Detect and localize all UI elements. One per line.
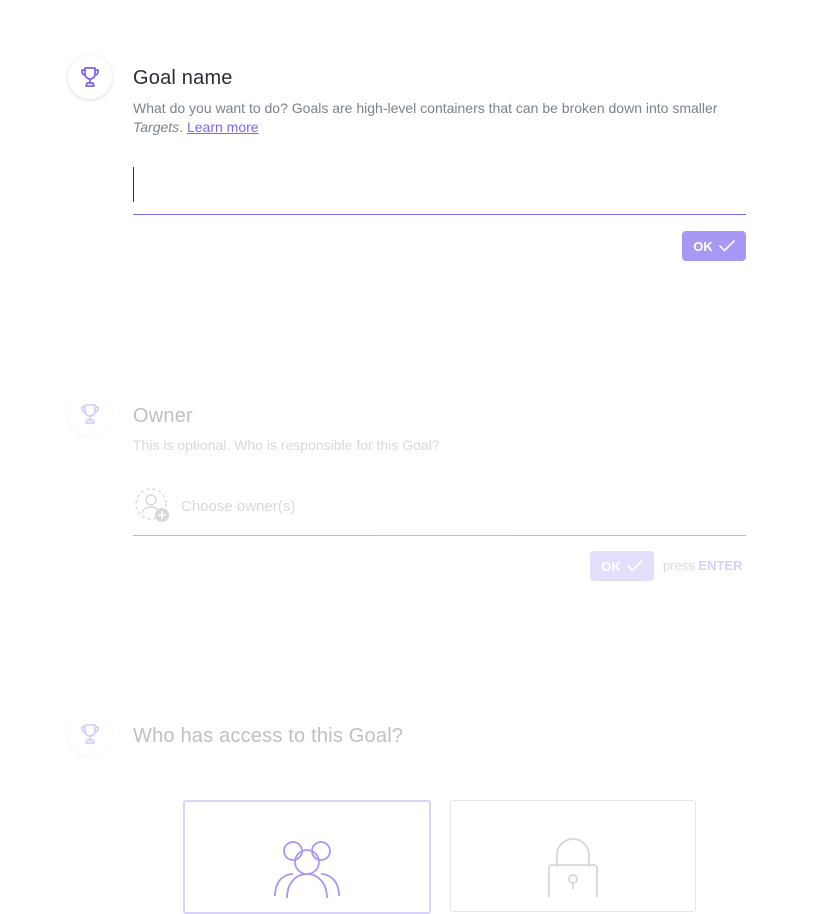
access-option-people[interactable]: [183, 800, 431, 914]
trophy-icon: [81, 404, 99, 424]
add-user-icon: [135, 488, 169, 522]
owner-step-icon: [68, 392, 112, 436]
owner-description: This is optional. Who is responsible for…: [133, 437, 440, 453]
trophy-icon: [81, 724, 99, 744]
enter-key-text: ENTER: [698, 558, 743, 573]
ok-label: OK: [693, 238, 713, 254]
goal-name-desc-text-end: .: [179, 119, 187, 135]
goal-name-desc-targets: Targets: [133, 119, 180, 135]
access-option-private[interactable]: [450, 800, 696, 912]
users-icon: [274, 841, 340, 898]
goal-name-title: Goal name: [133, 67, 233, 89]
goal-name-input[interactable]: [133, 165, 746, 213]
lock-icon: [548, 838, 598, 897]
owner-select[interactable]: Choose owner(s): [133, 486, 746, 526]
goal-name-description: What do you want to do? Goals are high-l…: [133, 99, 745, 137]
access-title: Who has access to this Goal?: [133, 725, 404, 747]
goal-name-step: Goal name What do you want to do? Goals …: [0, 0, 820, 300]
owner-title: Owner: [133, 405, 193, 427]
goal-name-step-icon: [68, 55, 112, 99]
owner-placeholder: Choose owner(s): [181, 497, 296, 515]
goal-name-ok-button[interactable]: OK: [682, 231, 746, 261]
ok-label: OK: [601, 558, 621, 574]
check-icon: [626, 560, 643, 572]
check-icon: [718, 240, 735, 252]
access-step-icon: [68, 712, 112, 756]
goal-name-desc-text: What do you want to do? Goals are high-l…: [133, 100, 718, 116]
learn-more-link[interactable]: Learn more: [187, 119, 259, 135]
owner-ok-button[interactable]: OK: [590, 551, 654, 581]
owner-input-underline: [133, 535, 746, 536]
press-text: press: [663, 558, 695, 573]
press-enter-hint: press ENTER: [663, 558, 742, 573]
trophy-icon: [81, 67, 99, 87]
goal-name-input-underline: [133, 214, 746, 215]
